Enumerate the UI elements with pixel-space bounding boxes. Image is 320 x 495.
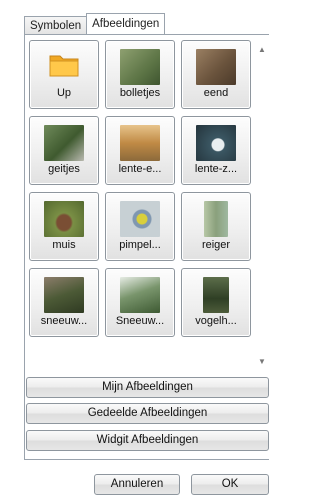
tile-label: sneeuw... (40, 315, 88, 327)
tile-label: eend (203, 87, 229, 99)
photo-thumbnail (120, 49, 160, 85)
image-tile[interactable]: vogelh... (181, 268, 251, 337)
folder-icon (49, 55, 79, 77)
scroll-up-arrow-icon[interactable]: ▲ (257, 45, 267, 55)
image-tile[interactable]: Sneeuw... (105, 268, 175, 337)
shared-images-button[interactable]: Gedeelde Afbeeldingen (26, 403, 269, 424)
tile-label: lente-e... (118, 163, 162, 175)
tab-strip: Symbolen Afbeeldingen (24, 13, 166, 34)
photo-thumbnail (44, 125, 84, 161)
photo-thumbnail (120, 201, 160, 237)
image-tile[interactable]: muis (29, 192, 99, 261)
tile-label: muis (52, 239, 76, 251)
photo-thumbnail (196, 49, 236, 85)
tab-symbolen[interactable]: Symbolen (24, 16, 88, 34)
tile-label: pimpel... (119, 239, 161, 251)
photo-thumbnail (203, 277, 229, 313)
image-tile[interactable]: sneeuw... (29, 268, 99, 337)
tile-label: lente-z... (194, 163, 238, 175)
tile-label: geitjes (48, 163, 80, 175)
widgit-images-button[interactable]: Widgit Afbeeldingen (26, 430, 269, 451)
image-tile[interactable]: eend (181, 40, 251, 109)
tab-afbeeldingen[interactable]: Afbeeldingen (86, 13, 166, 34)
tile-label: bolletjes (119, 87, 161, 99)
tile-label: Sneeuw... (115, 315, 165, 327)
image-tile[interactable]: lente-e... (105, 116, 175, 185)
tile-label: vogelh... (195, 315, 237, 327)
image-tile[interactable]: geitjes (29, 116, 99, 185)
folder-up-tile[interactable]: Up (29, 40, 99, 109)
scroll-down-arrow-icon[interactable]: ▼ (257, 357, 267, 367)
photo-thumbnail (44, 277, 84, 313)
image-tile[interactable]: lente-z... (181, 116, 251, 185)
my-images-button[interactable]: Mijn Afbeeldingen (26, 377, 269, 398)
ok-button[interactable]: OK (191, 474, 269, 495)
image-tile[interactable]: reiger (181, 192, 251, 261)
tile-label: reiger (201, 239, 231, 251)
photo-thumbnail (44, 201, 84, 237)
cancel-button[interactable]: Annuleren (94, 474, 180, 495)
image-tile[interactable]: pimpel... (105, 192, 175, 261)
photo-thumbnail (204, 201, 228, 237)
photo-thumbnail (120, 277, 160, 313)
image-tile[interactable]: bolletjes (105, 40, 175, 109)
tile-label: Up (56, 87, 72, 99)
photo-thumbnail (120, 125, 160, 161)
photo-thumbnail (196, 125, 236, 161)
